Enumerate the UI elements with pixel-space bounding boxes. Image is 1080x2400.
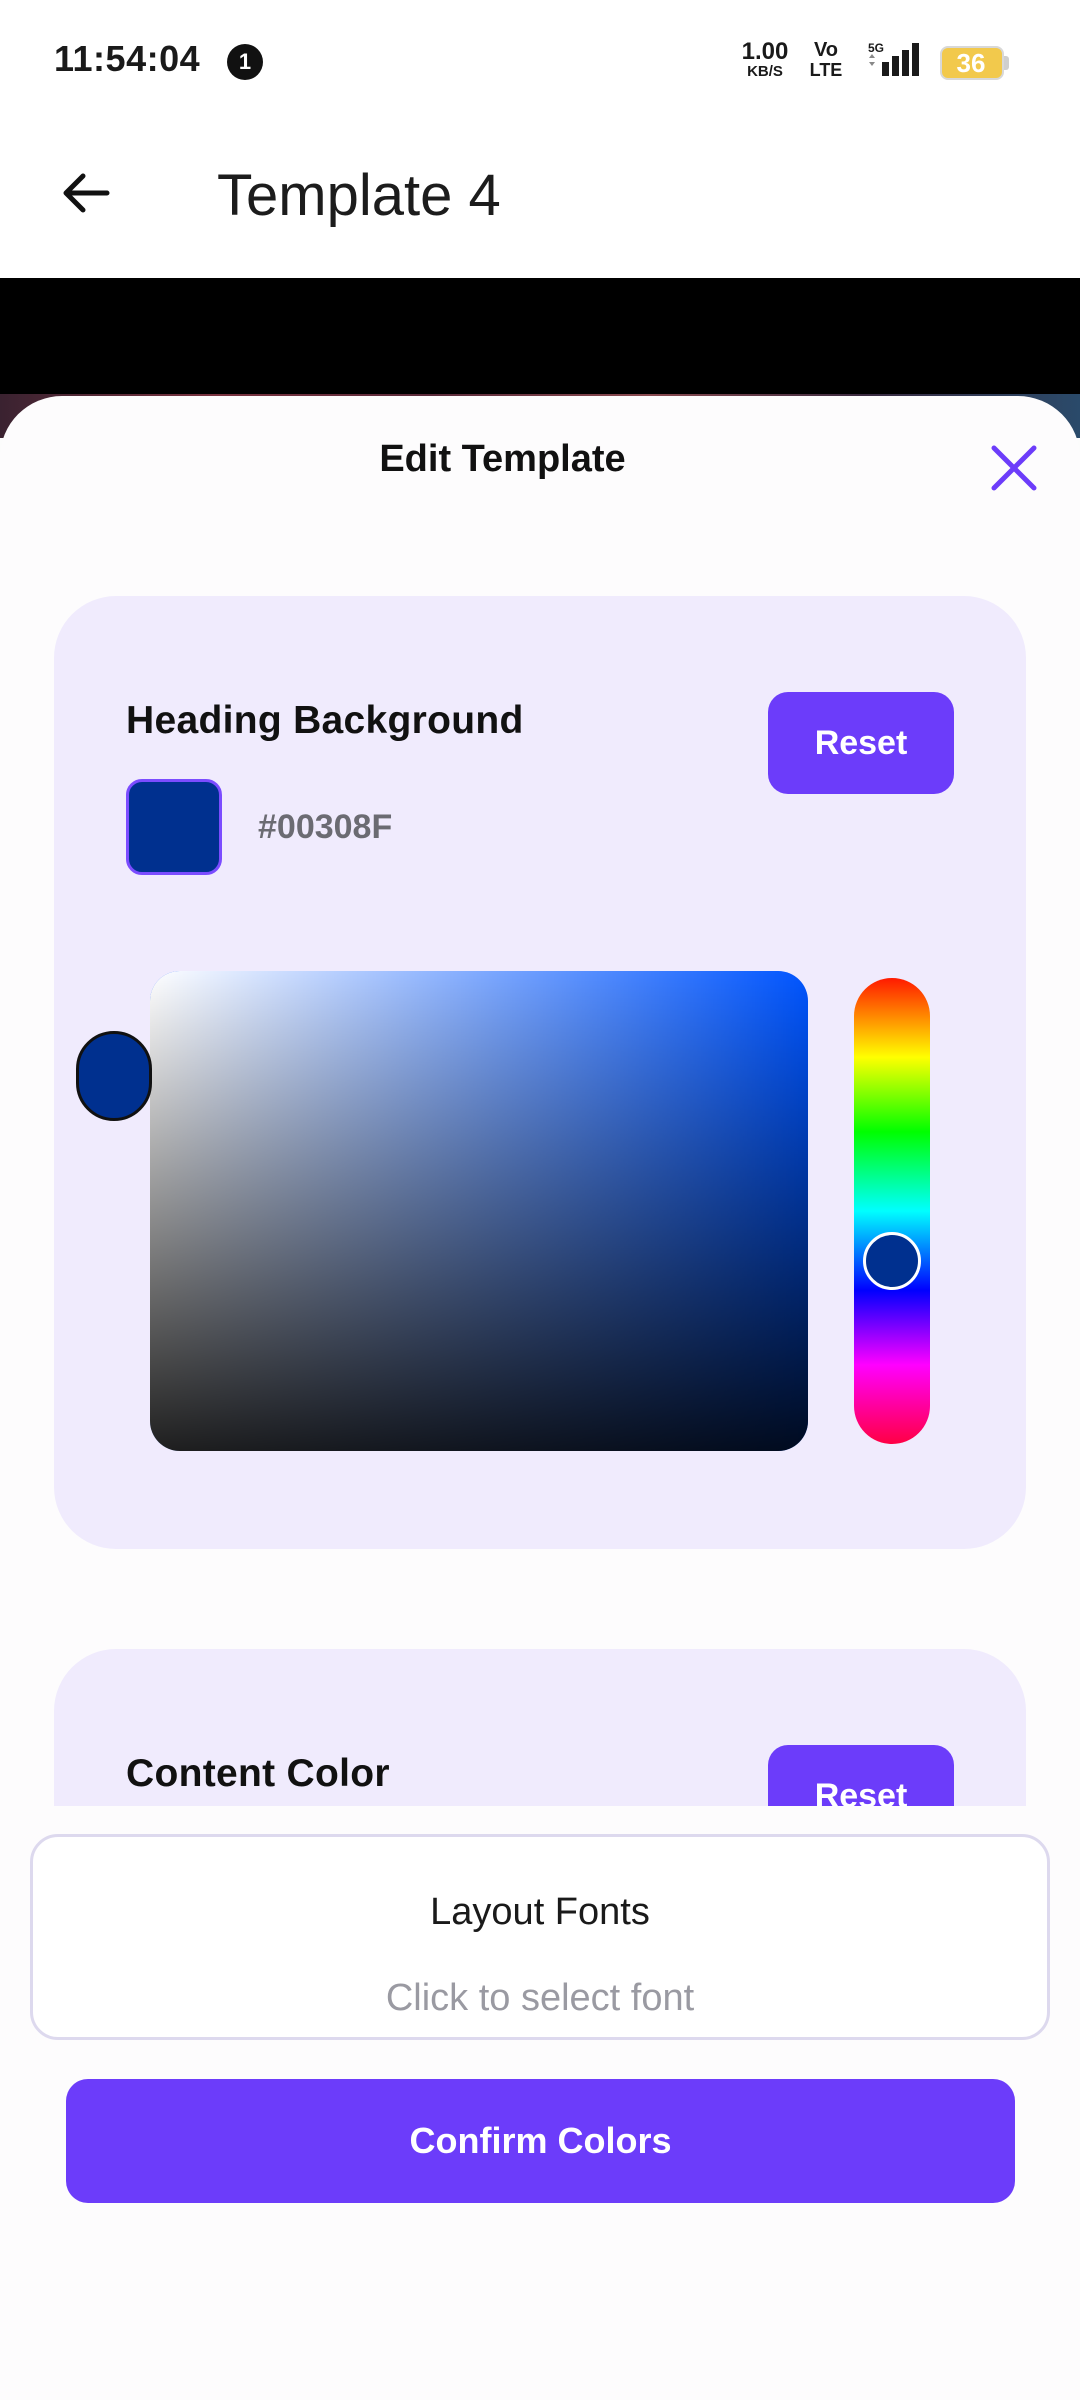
status-time: 11:54:04 [54,38,201,79]
battery-tip [1004,56,1009,70]
page-title: Template 4 [217,163,501,228]
color-settings-scroll[interactable]: Heading Background Reset #00308F Content… [0,536,1080,1806]
confirm-colors-button[interactable]: Confirm Colors [66,2079,1015,2203]
battery-icon: 36 [940,46,1004,80]
heading-background-card: Heading Background Reset #00308F [54,596,1026,1549]
layout-fonts-placeholder: Click to select font [385,1977,695,2019]
notification-badge: 1 [227,44,263,80]
layout-fonts-selector[interactable]: Layout Fonts Click to select font [30,1834,1050,2040]
layout-fonts-title: Layout Fonts [430,1891,650,1933]
hue-slider-thumb[interactable] [863,1232,921,1290]
volte-indicator: Vo LTE [806,40,846,80]
close-icon[interactable] [984,438,1044,498]
network-type-label: 5G [868,41,884,55]
color-swatch[interactable] [126,779,222,875]
saturation-value-thumb[interactable] [76,1031,152,1121]
edit-template-sheet: Edit Template Heading Background Reset #… [0,396,1080,2400]
volte-top-label: Vo [813,39,839,61]
signal-icon: 5G [868,41,919,76]
heading-background-title: Heading Background [126,699,524,742]
hex-value: #00308F [258,808,393,846]
network-speed-value: 1.00 [741,38,789,65]
content-color-reset-button[interactable]: Reset [768,1745,954,1806]
network-speed: 1.00 KB/S [735,40,795,80]
content-color-title: Content Color [126,1752,390,1795]
volte-bottom-label: LTE [809,60,843,80]
saturation-value-picker[interactable] [150,971,808,1451]
heading-background-reset-button[interactable]: Reset [768,692,954,794]
arrow-left-icon [63,173,110,213]
network-speed-unit: KB/S [747,63,783,80]
sheet-title: Edit Template [379,438,626,480]
battery-level: 36 [956,48,986,78]
back-button[interactable] [50,158,120,228]
status-bar: 11:54:04 1 1.00 KB/S Vo LTE 5G 36 [0,0,1080,120]
hue-slider[interactable] [854,978,930,1444]
app-bar: Template 4 [0,120,1080,278]
content-color-card: Content Color Reset [54,1649,1026,1806]
